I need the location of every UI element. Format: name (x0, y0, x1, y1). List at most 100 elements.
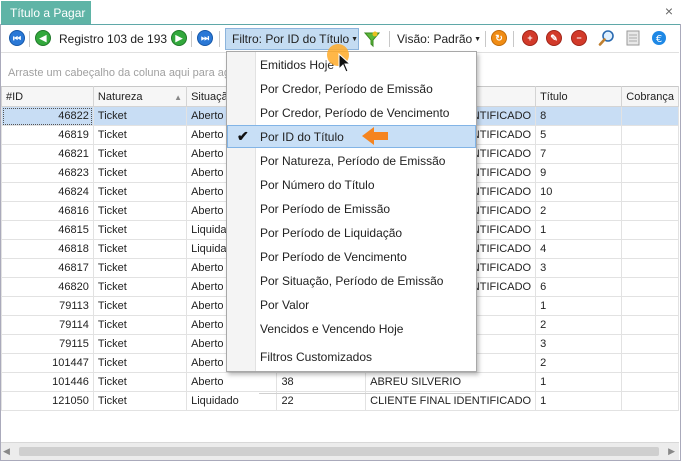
toolbar-divider (513, 31, 514, 47)
cell-titulo: 3 (535, 258, 623, 278)
chevron-down-icon: ▼ (474, 36, 482, 43)
cell-id: 79113 (1, 296, 94, 316)
cell-titulo: 4 (535, 239, 623, 259)
cell-titulo: 3 (535, 334, 623, 354)
filter-funnel-icon[interactable] (363, 30, 381, 51)
cell-natureza: Ticket (92, 296, 188, 316)
cell-id: 101446 (1, 372, 94, 392)
cell-natureza: Ticket (92, 372, 188, 392)
table-row[interactable]: 101446 Ticket Aberto 38 ABREU SILVERIO 1 (1, 372, 679, 392)
column-header-natureza[interactable]: Natureza ▲ (92, 86, 188, 107)
menu-item-label: Por Credor, Período de Vencimento (260, 106, 450, 120)
scroll-right-icon[interactable]: ▶ (668, 446, 675, 457)
menu-item[interactable]: Por Valor (227, 293, 476, 316)
cell-cobranca (621, 391, 679, 411)
cell-id: 46823 (1, 163, 94, 183)
table-row[interactable]: 121050 Ticket Liquidado 22 CLIENTE FINAL IDE… (1, 391, 679, 411)
cell-natureza: Ticket (92, 258, 188, 278)
menu-item-label: Por Período de Vencimento (260, 250, 407, 264)
prev-record-icon[interactable]: ◀ (35, 30, 51, 46)
menu-divider (259, 393, 471, 394)
sort-ascending-icon: ▲ (174, 92, 183, 102)
cell-natureza: Ticket (92, 182, 188, 202)
cell-cobranca (621, 163, 679, 183)
last-record-icon[interactable]: ⏭ (197, 30, 213, 46)
refresh-icon[interactable]: ↻ (491, 30, 507, 46)
pointer-arrow-icon (360, 125, 390, 150)
menu-item[interactable]: Por Número do Título (227, 173, 476, 196)
tab-titulo-a-pagar[interactable]: Título a Pagar (1, 1, 91, 24)
menu-item-filtros-customizados[interactable]: Filtros Customizados (227, 345, 476, 368)
cell-5: ABREU SILVERIO (365, 372, 537, 392)
first-record-icon[interactable]: ⏮ (9, 30, 25, 46)
export-icon[interactable] (625, 30, 641, 49)
help-icon[interactable]: € (651, 30, 667, 49)
view-dropdown[interactable]: Visão: Padrão ▼ (397, 32, 481, 46)
cell-natureza: Ticket (92, 391, 188, 411)
cell-cobranca (621, 315, 679, 335)
checkmark-icon: ✔ (237, 128, 249, 144)
cell-titulo: 1 (535, 220, 623, 240)
cell-cobranca (621, 239, 679, 259)
edit-icon[interactable]: ✎ (546, 30, 562, 46)
menu-item[interactable]: Por Credor, Período de Vencimento (227, 101, 476, 124)
search-icon[interactable] (598, 29, 616, 50)
cell-5: CLIENTE FINAL IDENTIFICADO (365, 391, 537, 411)
scroll-left-icon[interactable]: ◀ (3, 446, 10, 457)
menu-item[interactable]: Por Período de Emissão (227, 197, 476, 220)
toolbar-divider (29, 31, 30, 47)
cell-id: 79115 (1, 334, 94, 354)
menu-item-label: Por Credor, Período de Emissão (260, 82, 433, 96)
record-counter: Registro 103 de 193 (59, 32, 168, 46)
cell-titulo: 9 (535, 163, 623, 183)
cell-natureza: Ticket (92, 239, 188, 259)
cell-natureza: Ticket (92, 220, 188, 240)
cell-id: 46824 (1, 182, 94, 202)
delete-icon[interactable]: − (571, 30, 587, 46)
horizontal-scrollbar[interactable]: ◀ ▶ (1, 442, 679, 460)
cell-titulo: 2 (535, 201, 623, 221)
menu-item-label: Por Período de Emissão (260, 202, 391, 216)
menu-item[interactable]: Por Período de Vencimento (227, 245, 476, 268)
toolbar-divider (485, 31, 486, 47)
cell-cobranca (621, 258, 679, 278)
menu-item[interactable]: Por Período de Liquidação (227, 221, 476, 244)
cell-4: 38 (276, 372, 367, 392)
close-icon[interactable]: × (665, 3, 673, 19)
cell-id: 46822 (1, 106, 94, 126)
cell-natureza: Ticket (92, 106, 188, 126)
menu-item[interactable]: Por Situação, Período de Emissão (227, 269, 476, 292)
cell-id: 46816 (1, 201, 94, 221)
tab-bar: Título a Pagar × (0, 0, 681, 25)
cell-cobranca (621, 334, 679, 354)
group-hint: Arraste um cabeçalho da coluna aqui para… (8, 67, 256, 79)
menu-item[interactable]: Por Credor, Período de Emissão (227, 77, 476, 100)
cell-4: 22 (276, 391, 367, 411)
menu-item[interactable]: ✔ Por ID do Título (227, 125, 476, 148)
cell-cobranca (621, 144, 679, 164)
column-header-cobranca[interactable]: Cobrança (621, 86, 679, 107)
menu-item-label: Por Situação, Período de Emissão (260, 274, 444, 288)
column-header-id[interactable]: #ID (1, 86, 94, 107)
filter-dropdown-menu: Emitidos Hoje Por Credor, Período de Emis… (226, 51, 477, 394)
cell-natureza: Ticket (92, 277, 188, 297)
menu-item[interactable]: Por Natureza, Período de Emissão (227, 149, 476, 172)
cell-situacao: Aberto (186, 372, 278, 392)
cell-titulo: 2 (535, 315, 623, 335)
menu-item-label: Emitidos Hoje (260, 58, 335, 72)
menu-item[interactable]: Vencidos e Vencendo Hoje (227, 317, 476, 340)
cell-natureza: Ticket (92, 334, 188, 354)
scrollbar-thumb[interactable] (19, 447, 659, 456)
filter-label: Filtro: Por ID do Título (232, 32, 350, 46)
cell-titulo: 8 (535, 106, 623, 126)
mouse-cursor-icon (338, 52, 352, 76)
cell-id: 121050 (1, 391, 94, 411)
chevron-down-icon: ▼ (351, 36, 359, 43)
cell-id: 46819 (1, 125, 94, 145)
column-header-titulo[interactable]: Título (535, 86, 623, 107)
cell-id: 46820 (1, 277, 94, 297)
cell-titulo: 10 (535, 182, 623, 202)
next-record-icon[interactable]: ▶ (171, 30, 187, 46)
cell-natureza: Ticket (92, 353, 188, 373)
add-icon[interactable]: + (522, 30, 538, 46)
